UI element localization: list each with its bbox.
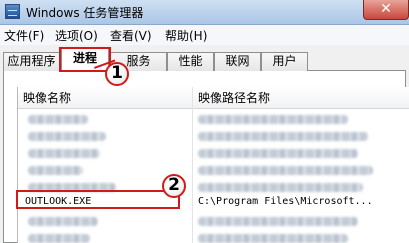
callout-1-badge: 1 xyxy=(105,62,129,86)
tab-applications[interactable]: 应用程序 xyxy=(3,52,60,71)
process-path: C:\Program Files\Microsoft... xyxy=(198,196,373,207)
blurred-process-name xyxy=(28,149,100,158)
tab-networking[interactable]: 联网 xyxy=(214,52,261,71)
blurred-process-path xyxy=(198,183,363,192)
title-bar: Windows 任务管理器 ✕ xyxy=(0,0,409,25)
blurred-process-name xyxy=(28,115,88,124)
blurred-process-path xyxy=(198,149,358,158)
menu-file[interactable]: 文件(F) xyxy=(4,27,44,44)
blurred-process-path xyxy=(198,234,348,243)
processes-tab-highlight xyxy=(59,47,111,72)
blurred-process-name xyxy=(28,166,83,175)
task-manager-icon xyxy=(5,4,20,19)
blurred-process-name xyxy=(28,132,106,141)
close-button[interactable]: ✕ xyxy=(363,0,409,20)
blurred-process-name xyxy=(28,217,98,226)
blurred-process-path xyxy=(198,132,368,141)
tab-users[interactable]: 用户 xyxy=(261,52,308,71)
blurred-process-path xyxy=(198,166,373,175)
menu-bar: 文件(F) 选项(O) 查看(V) 帮助(H) xyxy=(0,25,409,45)
callout-2-badge: 2 xyxy=(162,174,186,198)
menu-options[interactable]: 选项(O) xyxy=(55,27,98,44)
process-list[interactable]: 映像名称 映像路径名称 OUTLOOK.EXE C:\Program Files… xyxy=(17,87,409,243)
tab-performance[interactable]: 性能 xyxy=(167,52,214,71)
menu-help[interactable]: 帮助(H) xyxy=(165,27,207,44)
blurred-process-path xyxy=(198,115,348,124)
blurred-process-name xyxy=(28,234,90,243)
column-divider xyxy=(192,87,193,243)
column-header-image-path[interactable]: 映像路径名称 xyxy=(193,87,409,109)
outlook-row-highlight xyxy=(16,190,180,209)
column-header-image-name[interactable]: 映像名称 xyxy=(18,87,193,109)
close-icon: ✕ xyxy=(380,1,392,17)
window-title: Windows 任务管理器 xyxy=(26,6,144,20)
menu-view[interactable]: 查看(V) xyxy=(110,27,152,44)
blurred-process-path xyxy=(198,217,358,226)
